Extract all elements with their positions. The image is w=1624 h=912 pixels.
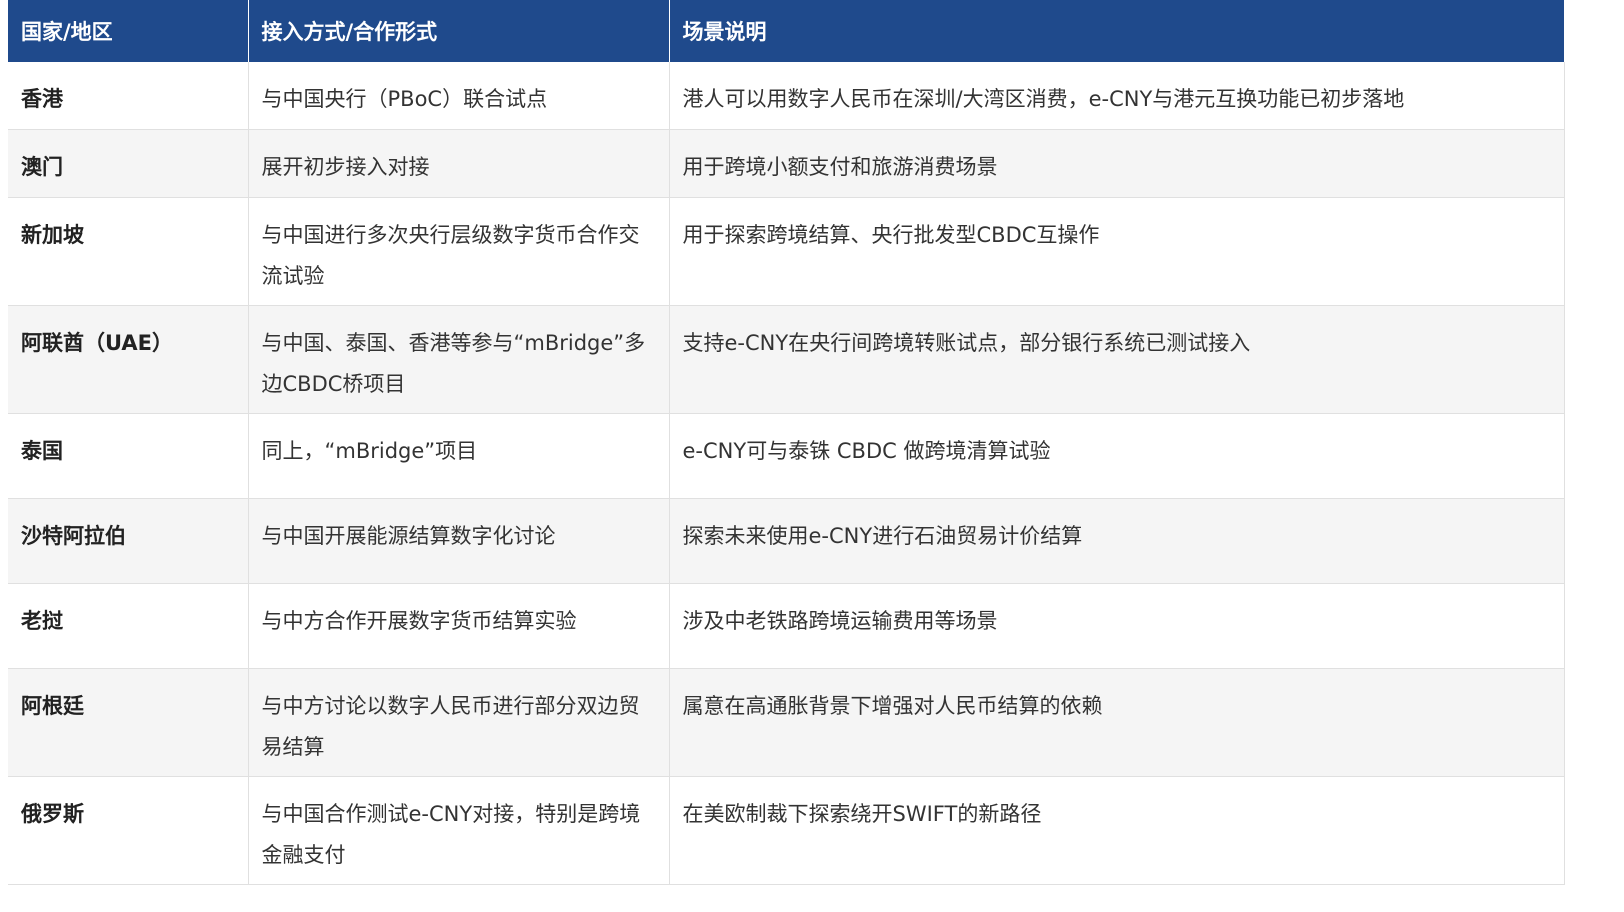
table-row: 老挝 与中方合作开展数字货币结算实验 涉及中老铁路跨境运输费用等场景	[8, 583, 1565, 669]
cell-country: 俄罗斯	[8, 776, 249, 885]
cell-country: 澳门	[8, 129, 249, 198]
cooperation-table: 国家/地区 接入方式/合作形式 场景说明 香港 与中国央行（PBoC）联合试点 …	[8, 0, 1565, 885]
table-row: 阿根廷 与中方讨论以数字人民币进行部分双边贸易结算 属意在高通胀背景下增强对人民…	[8, 668, 1565, 777]
header-country: 国家/地区	[8, 0, 249, 62]
cell-mode: 与中国合作测试e-CNY对接，特别是跨境金融支付	[248, 776, 670, 885]
table-header: 国家/地区 接入方式/合作形式 场景说明	[8, 0, 1564, 62]
table-row: 俄罗斯 与中国合作测试e-CNY对接，特别是跨境金融支付 在美欧制裁下探索绕开S…	[8, 776, 1565, 885]
table-row: 沙特阿拉伯 与中国开展能源结算数字化讨论 探索未来使用e-CNY进行石油贸易计价…	[8, 498, 1565, 584]
cell-country: 新加坡	[8, 197, 249, 306]
table-body: 香港 与中国央行（PBoC）联合试点 港人可以用数字人民币在深圳/大湾区消费，e…	[8, 62, 1565, 885]
table-row: 新加坡 与中国进行多次央行层级数字货币合作交流试验 用于探索跨境结算、央行批发型…	[8, 197, 1565, 306]
cell-scenario: 属意在高通胀背景下增强对人民币结算的依赖	[669, 668, 1565, 777]
cell-mode: 与中国央行（PBoC）联合试点	[248, 62, 670, 130]
cell-mode: 与中国开展能源结算数字化讨论	[248, 498, 670, 584]
cell-scenario: 用于探索跨境结算、央行批发型CBDC互操作	[669, 197, 1565, 306]
cell-mode: 与中国、泰国、香港等参与“mBridge”多边CBDC桥项目	[248, 305, 670, 414]
cell-mode: 同上，“mBridge”项目	[248, 413, 670, 499]
table-row: 泰国 同上，“mBridge”项目 e-CNY可与泰铢 CBDC 做跨境清算试验	[8, 413, 1565, 499]
cell-scenario: 港人可以用数字人民币在深圳/大湾区消费，e-CNY与港元互换功能已初步落地	[669, 62, 1565, 130]
header-row: 国家/地区 接入方式/合作形式 场景说明	[8, 0, 1564, 62]
table-row: 香港 与中国央行（PBoC）联合试点 港人可以用数字人民币在深圳/大湾区消费，e…	[8, 62, 1565, 130]
cell-scenario: 支持e-CNY在央行间跨境转账试点，部分银行系统已测试接入	[669, 305, 1565, 414]
table-row: 阿联酋（UAE） 与中国、泰国、香港等参与“mBridge”多边CBDC桥项目 …	[8, 305, 1565, 414]
cell-mode: 与中国进行多次央行层级数字货币合作交流试验	[248, 197, 670, 306]
cell-country: 沙特阿拉伯	[8, 498, 249, 584]
cell-scenario: 探索未来使用e-CNY进行石油贸易计价结算	[669, 498, 1565, 584]
cell-country: 泰国	[8, 413, 249, 499]
cell-scenario: 在美欧制裁下探索绕开SWIFT的新路径	[669, 776, 1565, 885]
cooperation-table-container: 国家/地区 接入方式/合作形式 场景说明 香港 与中国央行（PBoC）联合试点 …	[8, 0, 1565, 885]
cell-scenario: e-CNY可与泰铢 CBDC 做跨境清算试验	[669, 413, 1565, 499]
cell-country: 老挝	[8, 583, 249, 669]
header-mode: 接入方式/合作形式	[248, 0, 670, 62]
cell-country: 阿根廷	[8, 668, 249, 777]
cell-scenario: 用于跨境小额支付和旅游消费场景	[669, 129, 1565, 198]
table-row: 澳门 展开初步接入对接 用于跨境小额支付和旅游消费场景	[8, 129, 1565, 198]
header-scenario: 场景说明	[669, 0, 1564, 62]
cell-mode: 与中方讨论以数字人民币进行部分双边贸易结算	[248, 668, 670, 777]
cell-country: 阿联酋（UAE）	[8, 305, 249, 414]
cell-mode: 与中方合作开展数字货币结算实验	[248, 583, 670, 669]
cell-scenario: 涉及中老铁路跨境运输费用等场景	[669, 583, 1565, 669]
cell-mode: 展开初步接入对接	[248, 129, 670, 198]
cell-country: 香港	[8, 62, 249, 130]
